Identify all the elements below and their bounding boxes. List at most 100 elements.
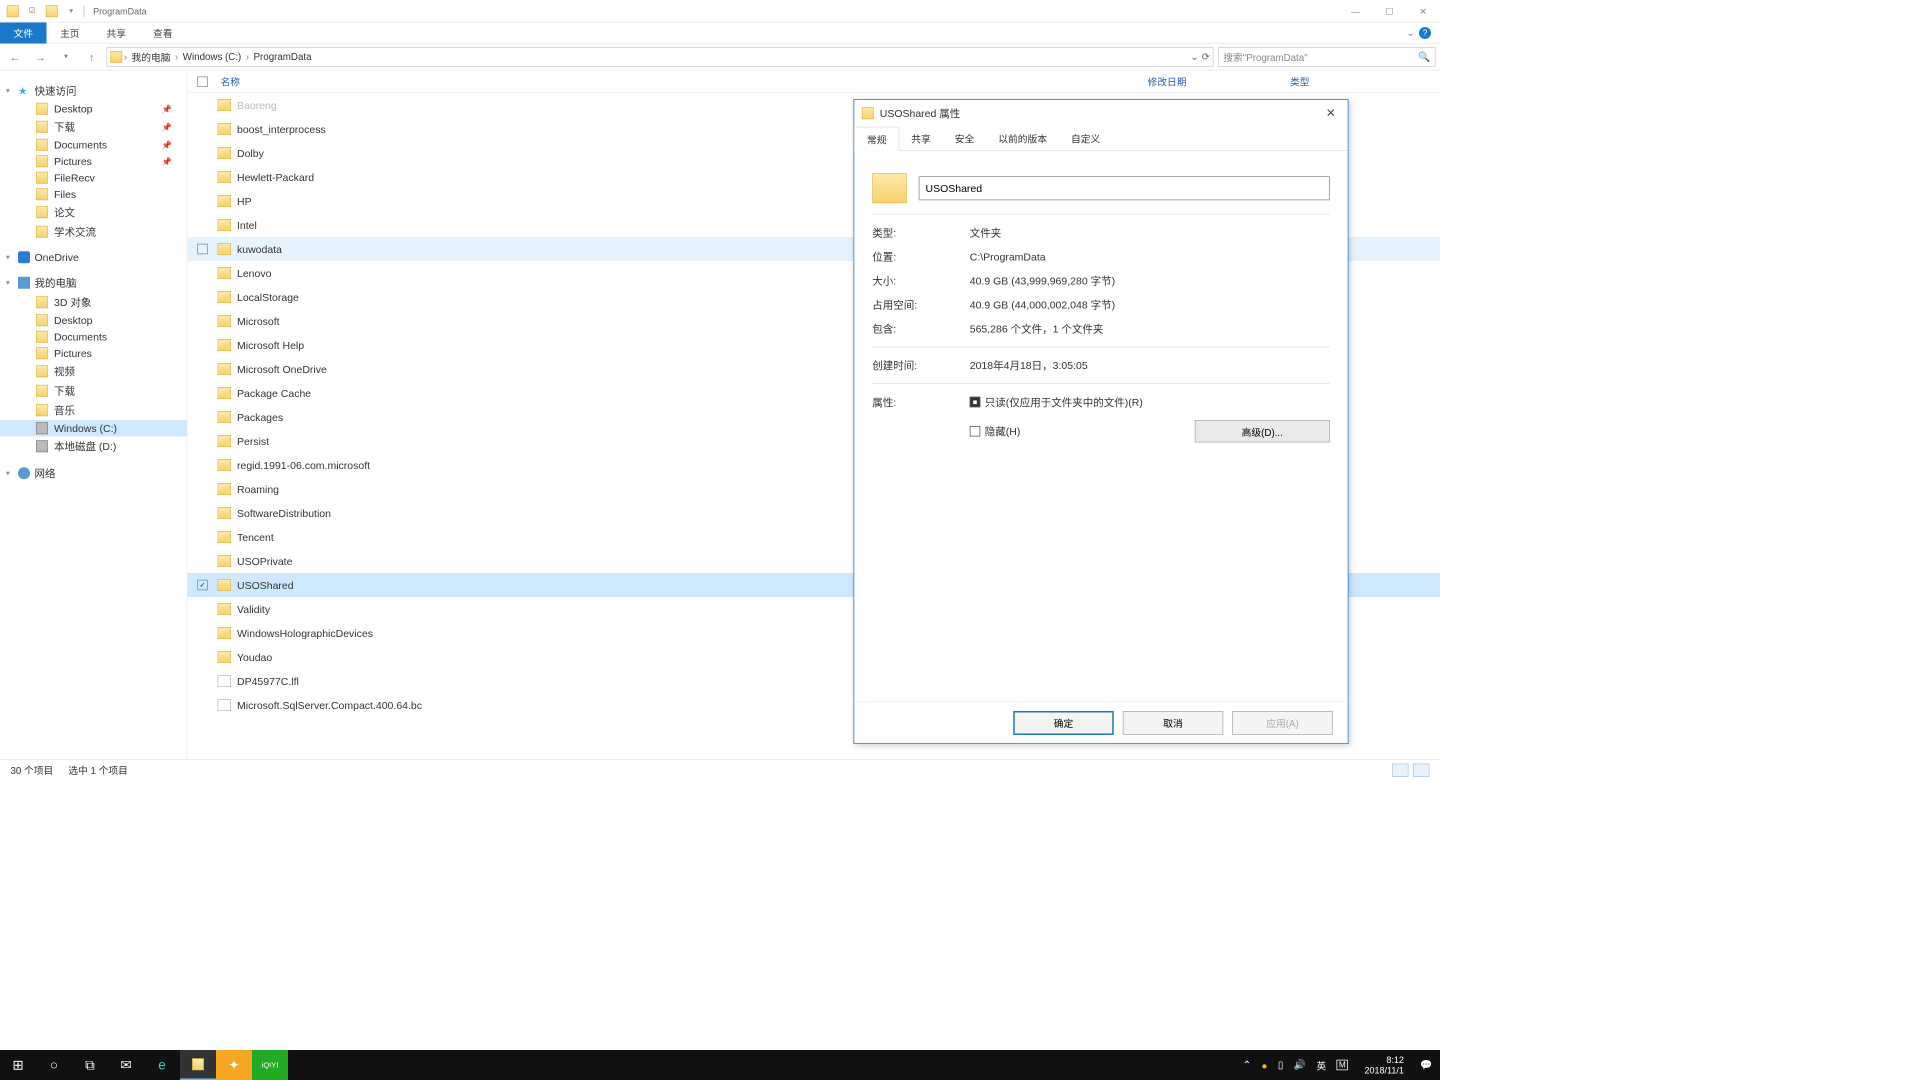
ribbon-tab-share[interactable]: 共享 (93, 22, 140, 43)
sidebar-item[interactable]: 学术交流 (0, 222, 187, 242)
sidebar-item[interactable]: FileRecv (0, 170, 187, 187)
column-name[interactable]: 名称 (218, 74, 1148, 88)
folder-icon (36, 404, 48, 416)
sidebar-this-pc[interactable]: 我的电脑 (0, 273, 187, 293)
help-icon[interactable]: ? (1419, 27, 1431, 39)
tray-clock[interactable]: 8:12 2018/11/1 (1358, 1055, 1409, 1076)
tray-ime-m-icon[interactable]: M (1337, 1060, 1348, 1071)
breadcrumb-segment[interactable]: Windows (C:) (180, 51, 245, 62)
edge-icon[interactable]: e (144, 1050, 180, 1080)
folder-icon (44, 3, 61, 20)
sidebar-item[interactable]: Desktop📌 (0, 101, 187, 118)
refresh-icon[interactable]: ⟳ (1202, 51, 1210, 63)
sidebar-item[interactable]: Desktop (0, 312, 187, 329)
minimize-button[interactable]: — (1339, 0, 1373, 22)
search-icon[interactable]: 🔍 (1418, 51, 1430, 63)
search-input[interactable]: 搜索"ProgramData" 🔍 (1218, 47, 1436, 67)
dialog-tab-previous[interactable]: 以前的版本 (986, 127, 1059, 150)
onedrive-icon (18, 251, 30, 263)
breadcrumb-segment[interactable]: 我的电脑 (129, 50, 174, 64)
tray-chevron-icon[interactable]: ⌃ (1243, 1059, 1251, 1071)
readonly-checkbox[interactable]: ■ (970, 397, 981, 408)
sidebar-item[interactable]: Documents (0, 329, 187, 346)
label-type: 类型: (872, 225, 970, 240)
taskview-button[interactable]: ⧉ (72, 1050, 108, 1080)
value-size: 40.9 GB (43,999,969,280 字节) (970, 273, 1330, 288)
file-name: Packages (237, 411, 283, 423)
start-button[interactable]: ⊞ (0, 1050, 36, 1080)
sidebar-item[interactable]: Pictures (0, 345, 187, 362)
dialog-tab-security[interactable]: 安全 (943, 127, 987, 150)
iqiyi-icon[interactable]: iQIYI (252, 1050, 288, 1080)
select-all-checkbox[interactable] (197, 76, 208, 87)
recent-dropdown-icon[interactable]: ▾ (56, 46, 77, 67)
cancel-button[interactable]: 取消 (1123, 711, 1224, 735)
folder-name-input[interactable] (919, 176, 1330, 200)
file-name: regid.1991-06.com.microsoft (237, 459, 370, 471)
sidebar-item[interactable]: 3D 对象 (0, 293, 187, 313)
qat-dropdown-icon[interactable]: ▾ (63, 3, 80, 20)
tray-battery-icon[interactable]: ▯ (1278, 1059, 1283, 1071)
status-selection: 选中 1 个项目 (68, 763, 128, 777)
view-icons-button[interactable] (1413, 763, 1430, 777)
sidebar-item[interactable]: 视频 (0, 362, 187, 382)
explorer-icon[interactable] (180, 1050, 216, 1080)
sidebar-item[interactable]: 下载 (0, 381, 187, 401)
tray-app-icon[interactable]: ● (1261, 1059, 1267, 1070)
dialog-tab-customize[interactable]: 自定义 (1059, 127, 1112, 150)
file-name: HP (237, 195, 252, 207)
folder-icon (218, 651, 232, 663)
folder-icon (218, 171, 232, 183)
breadcrumb-dropdown-icon[interactable]: ⌄ (1190, 51, 1198, 63)
folder-icon (218, 195, 232, 207)
sidebar-quick-access[interactable]: 快速访问 (0, 81, 187, 101)
dialog-close-button[interactable]: ✕ (1321, 106, 1340, 121)
sidebar-item[interactable]: Documents📌 (0, 137, 187, 154)
breadcrumb[interactable]: › 我的电脑 › Windows (C:) › ProgramData ⌄ ⟳ (107, 47, 1214, 67)
folder-icon (218, 267, 232, 279)
cortana-button[interactable]: ○ (36, 1050, 72, 1080)
folder-icon (36, 296, 48, 308)
tray-volume-icon[interactable]: 🔊 (1294, 1059, 1306, 1071)
sidebar-onedrive[interactable]: OneDrive (0, 249, 187, 266)
sidebar-item[interactable]: 论文 (0, 203, 187, 223)
ok-button[interactable]: 确定 (1013, 711, 1114, 735)
ribbon-tab-home[interactable]: 主页 (47, 22, 94, 43)
sidebar-item[interactable]: Pictures📌 (0, 153, 187, 170)
qat-check-icon[interactable]: ☑ (24, 3, 41, 20)
sidebar-item[interactable]: Windows (C:) (0, 420, 187, 437)
apply-button[interactable]: 应用(A) (1232, 711, 1333, 735)
dialog-tab-sharing[interactable]: 共享 (899, 127, 943, 150)
tray-ime[interactable]: 英 (1316, 1058, 1326, 1072)
advanced-button[interactable]: 高级(D)... (1195, 420, 1330, 443)
ribbon-tab-view[interactable]: 查看 (140, 22, 187, 43)
file-name: USOShared (237, 579, 294, 591)
folder-icon (5, 3, 22, 20)
folder-icon (218, 507, 232, 519)
tray-notifications-icon[interactable]: 💬 (1420, 1059, 1432, 1071)
sidebar-item[interactable]: 音乐 (0, 401, 187, 421)
back-button[interactable]: ← (5, 46, 26, 67)
ribbon-file[interactable]: 文件 (0, 22, 47, 43)
maximize-button[interactable]: ☐ (1373, 0, 1407, 22)
folder-icon (36, 385, 48, 397)
sidebar-item[interactable]: Files (0, 186, 187, 203)
column-date[interactable]: 修改日期 (1148, 74, 1291, 88)
forward-button[interactable]: → (30, 46, 51, 67)
sidebar-item[interactable]: 本地磁盘 (D:) (0, 437, 187, 457)
dialog-tab-general[interactable]: 常规 (854, 127, 899, 151)
column-type[interactable]: 类型 (1290, 74, 1440, 88)
app-icon[interactable]: ✦ (216, 1050, 252, 1080)
up-button[interactable]: ↑ (81, 46, 102, 67)
hidden-checkbox[interactable] (970, 426, 981, 437)
sidebar-network[interactable]: 网络 (0, 464, 187, 484)
view-details-button[interactable] (1392, 763, 1409, 777)
breadcrumb-segment[interactable]: ProgramData (251, 51, 315, 62)
row-checkbox[interactable] (197, 244, 208, 255)
ribbon-expand-icon[interactable]: ⌄ (1406, 27, 1414, 39)
row-checkbox[interactable]: ✓ (197, 580, 208, 591)
folder-icon (218, 147, 232, 159)
sidebar-item[interactable]: 下载📌 (0, 117, 187, 137)
close-button[interactable]: ✕ (1406, 0, 1440, 22)
mail-icon[interactable]: ✉ (108, 1050, 144, 1080)
